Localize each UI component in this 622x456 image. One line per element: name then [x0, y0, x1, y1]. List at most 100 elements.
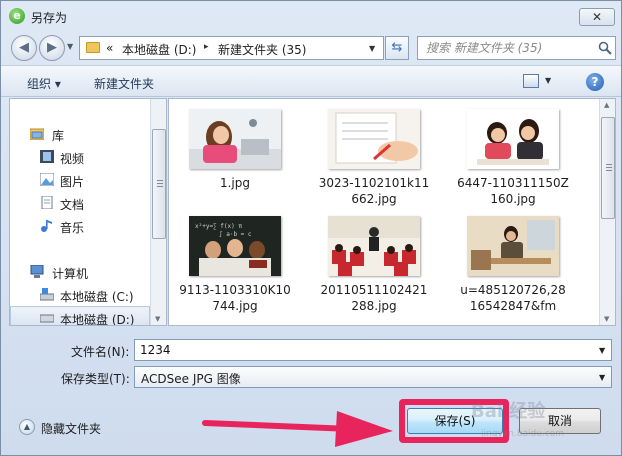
grip-line: [606, 167, 612, 168]
file-thumbnail: [467, 109, 559, 169]
filename-dropdown-icon[interactable]: ▼: [599, 346, 605, 355]
scroll-down-icon[interactable]: ▼: [155, 315, 160, 323]
search-icon[interactable]: [598, 41, 612, 55]
file-thumbnail: [328, 109, 420, 169]
file-thumbnail: x²+y=∑ f(x) π ∫ a·b = c: [189, 216, 281, 276]
history-dropdown-icon[interactable]: ▼: [67, 42, 73, 51]
grip-line: [606, 164, 612, 165]
nav-item-libraries[interactable]: 库: [10, 123, 150, 145]
nav-label: 计算机: [52, 267, 89, 281]
nav-item-pictures[interactable]: 图片: [10, 169, 150, 191]
library-folder-icon: [30, 128, 44, 140]
photo-blackboard-students: x²+y=∑ f(x) π ∫ a·b = c: [189, 216, 281, 276]
computer-icon: [30, 265, 44, 278]
file-list-scrollbar[interactable]: ▲ ▼: [599, 99, 615, 325]
folder-icon: [86, 42, 100, 53]
photo-classroom: [328, 216, 420, 276]
nav-item-documents[interactable]: 文档: [10, 192, 150, 214]
filename-label: 文件名(N):: [71, 345, 130, 359]
file-name: 1.jpg: [219, 176, 251, 190]
app-icon: e: [9, 8, 25, 24]
system-drive-icon: [40, 288, 54, 301]
grip-line: [157, 180, 163, 181]
file-thumbnail: [467, 216, 559, 276]
collapse-up-icon: ▲: [19, 419, 35, 435]
nav-item-drive-c[interactable]: 本地磁盘 (C:): [10, 284, 150, 306]
nav-label: 音乐: [60, 221, 85, 235]
organize-menu[interactable]: 组织 ▾: [27, 75, 61, 92]
save-type-label: 保存类型(T):: [61, 372, 130, 386]
navigation-pane: 库 视频 图片 文档 音乐 计算机 本地磁盘 (C:) 本地磁盘 (D:) ▼: [9, 98, 167, 326]
close-button[interactable]: ✕: [579, 8, 615, 26]
grip-line: [157, 183, 163, 184]
file-name: 6447-110311150Z160.jpg: [457, 176, 569, 206]
grip-line: [157, 186, 163, 187]
back-button[interactable]: ◀: [11, 35, 37, 61]
search-input[interactable]: [418, 37, 593, 59]
scroll-up-icon[interactable]: ▲: [604, 101, 609, 109]
filename-input[interactable]: [134, 339, 612, 361]
nav-item-computer[interactable]: 计算机: [10, 261, 150, 283]
scroll-down-icon[interactable]: ▼: [604, 315, 609, 323]
window-title: 另存为: [31, 11, 68, 25]
file-name: u=485120726,2816542847&fm: [460, 283, 566, 313]
file-list: 1.jpg 3023-1102101k11662.jpg 6447-110311…: [168, 98, 616, 326]
address-box[interactable]: « 本地磁盘 (D:) ▸ 新建文件夹 (35) ▼: [79, 36, 384, 60]
view-dropdown-icon[interactable]: ▼: [545, 76, 551, 85]
video-icon: [40, 150, 54, 163]
nav-scroll-thumb[interactable]: [152, 129, 166, 239]
music-icon: [41, 220, 52, 232]
nav-label: 图片: [60, 175, 85, 189]
nav-item-drive-d[interactable]: 本地磁盘 (D:): [10, 306, 150, 326]
nav-pane-scrollbar[interactable]: ▼: [150, 99, 166, 325]
file-name: 20110511102421288.jpg: [320, 283, 428, 313]
refresh-icon: ⇆: [391, 40, 403, 55]
file-thumbnail: [189, 109, 281, 169]
search-box[interactable]: [417, 36, 616, 60]
photo-reading-room: [467, 216, 559, 276]
save-type-value: ACDSee JPG 图像: [141, 372, 241, 386]
svg-text:x²+y=∑ f(x) π: x²+y=∑ f(x) π: [195, 223, 242, 230]
nav-item-videos[interactable]: 视频: [10, 146, 150, 168]
nav-item-music[interactable]: 音乐: [10, 215, 150, 237]
photo-tutor-student: [467, 109, 559, 169]
file-name: 9113-1103310K10744.jpg: [179, 283, 291, 313]
baidu-watermark-url: jingyan.baidu.com: [481, 429, 565, 439]
help-button[interactable]: ?: [586, 73, 604, 91]
pointer-arrow-annotation: [202, 411, 393, 447]
forward-button[interactable]: ▶: [39, 35, 65, 61]
command-toolbar: 组织 ▾ 新建文件夹 ▼ ?: [1, 65, 621, 97]
hide-folders-label: 隐藏文件夹: [41, 422, 102, 436]
save-type-select[interactable]: ACDSee JPG 图像 ▼: [134, 366, 612, 388]
svg-text:∫ a·b = c: ∫ a·b = c: [219, 230, 252, 238]
drive-icon: [40, 314, 54, 323]
title-bar: e 另存为 ✕: [1, 1, 621, 31]
file-scroll-thumb[interactable]: [601, 117, 615, 219]
save-as-dialog: e 另存为 ✕ ◀ ▶ ▼ « 本地磁盘 (D:) ▸ 新建文件夹 (35) ▼…: [0, 0, 622, 456]
breadcrumb-drive-d[interactable]: 本地磁盘 (D:): [122, 41, 196, 58]
picture-icon: [40, 173, 54, 186]
address-dropdown-icon[interactable]: ▼: [369, 44, 375, 53]
nav-label: 本地磁盘 (C:): [60, 290, 134, 304]
back-arrow-icon: ◀: [19, 40, 29, 55]
document-icon: [41, 196, 53, 209]
photo-student-laptop: [189, 109, 281, 169]
forward-arrow-icon: ▶: [47, 40, 57, 55]
nav-label: 库: [52, 129, 65, 143]
photo-writing-hand: [328, 109, 420, 169]
nav-label: 文档: [60, 198, 85, 212]
breadcrumb-separator-icon[interactable]: ▸: [204, 42, 209, 52]
hide-folders-toggle[interactable]: ▲ 隐藏文件夹: [19, 418, 119, 436]
save-type-dropdown-icon[interactable]: ▼: [599, 373, 605, 382]
nav-label: 视频: [60, 152, 85, 166]
new-folder-button[interactable]: 新建文件夹: [94, 75, 154, 92]
file-name: 3023-1102101k11662.jpg: [318, 176, 430, 206]
refresh-button[interactable]: ⇆: [385, 36, 409, 60]
file-thumbnail: [328, 216, 420, 276]
view-options-icon[interactable]: [523, 74, 539, 88]
grip-line: [606, 170, 612, 171]
address-overflow[interactable]: «: [106, 41, 113, 55]
nav-label: 本地磁盘 (D:): [60, 313, 135, 326]
breadcrumb-current-folder[interactable]: 新建文件夹 (35): [218, 41, 306, 58]
address-bar-row: ◀ ▶ ▼ « 本地磁盘 (D:) ▸ 新建文件夹 (35) ▼ ⇆: [1, 31, 621, 65]
